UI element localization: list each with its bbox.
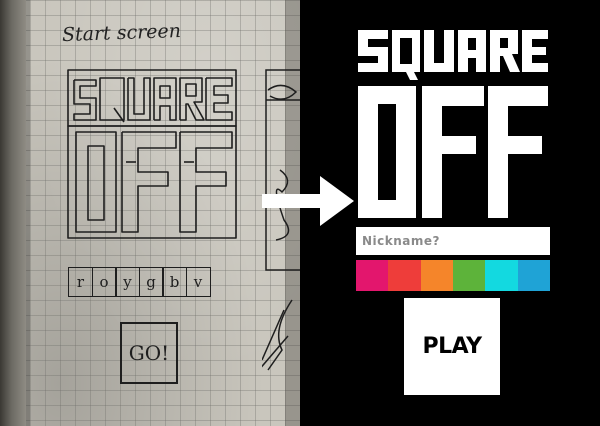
color-swatch-red[interactable] bbox=[388, 260, 421, 291]
sketch-color-cell: b bbox=[162, 267, 187, 297]
color-swatch-blue[interactable] bbox=[517, 260, 550, 291]
sketch-color-cell: y bbox=[115, 267, 140, 297]
sketch-logo bbox=[66, 68, 238, 240]
notebook-binding bbox=[0, 0, 30, 426]
sketch-color-cell: v bbox=[185, 267, 211, 297]
color-swatch-orange[interactable] bbox=[420, 260, 453, 291]
sketch-color-cell: r bbox=[68, 267, 93, 297]
sketch-color-cell: o bbox=[91, 267, 117, 297]
color-swatch-cyan[interactable] bbox=[485, 260, 518, 291]
notebook-sketch-photo: Start screen r o y g b v GO! bbox=[0, 0, 300, 426]
color-picker bbox=[356, 260, 550, 291]
sketch-go-button: GO! bbox=[120, 322, 178, 384]
sketch-color-picker: r o y g b v bbox=[68, 267, 211, 297]
color-swatch-green[interactable] bbox=[452, 260, 486, 291]
sketch-color-cell: g bbox=[138, 267, 164, 297]
right-arrow-icon bbox=[262, 176, 354, 226]
sketch-title: Start screen bbox=[61, 19, 182, 47]
square-off-logo bbox=[356, 28, 550, 220]
color-swatch-magenta[interactable] bbox=[356, 260, 389, 291]
nickname-input[interactable] bbox=[356, 227, 550, 255]
sketch-next-screen-partial bbox=[225, 60, 300, 426]
play-button[interactable]: PLAY bbox=[404, 298, 500, 395]
